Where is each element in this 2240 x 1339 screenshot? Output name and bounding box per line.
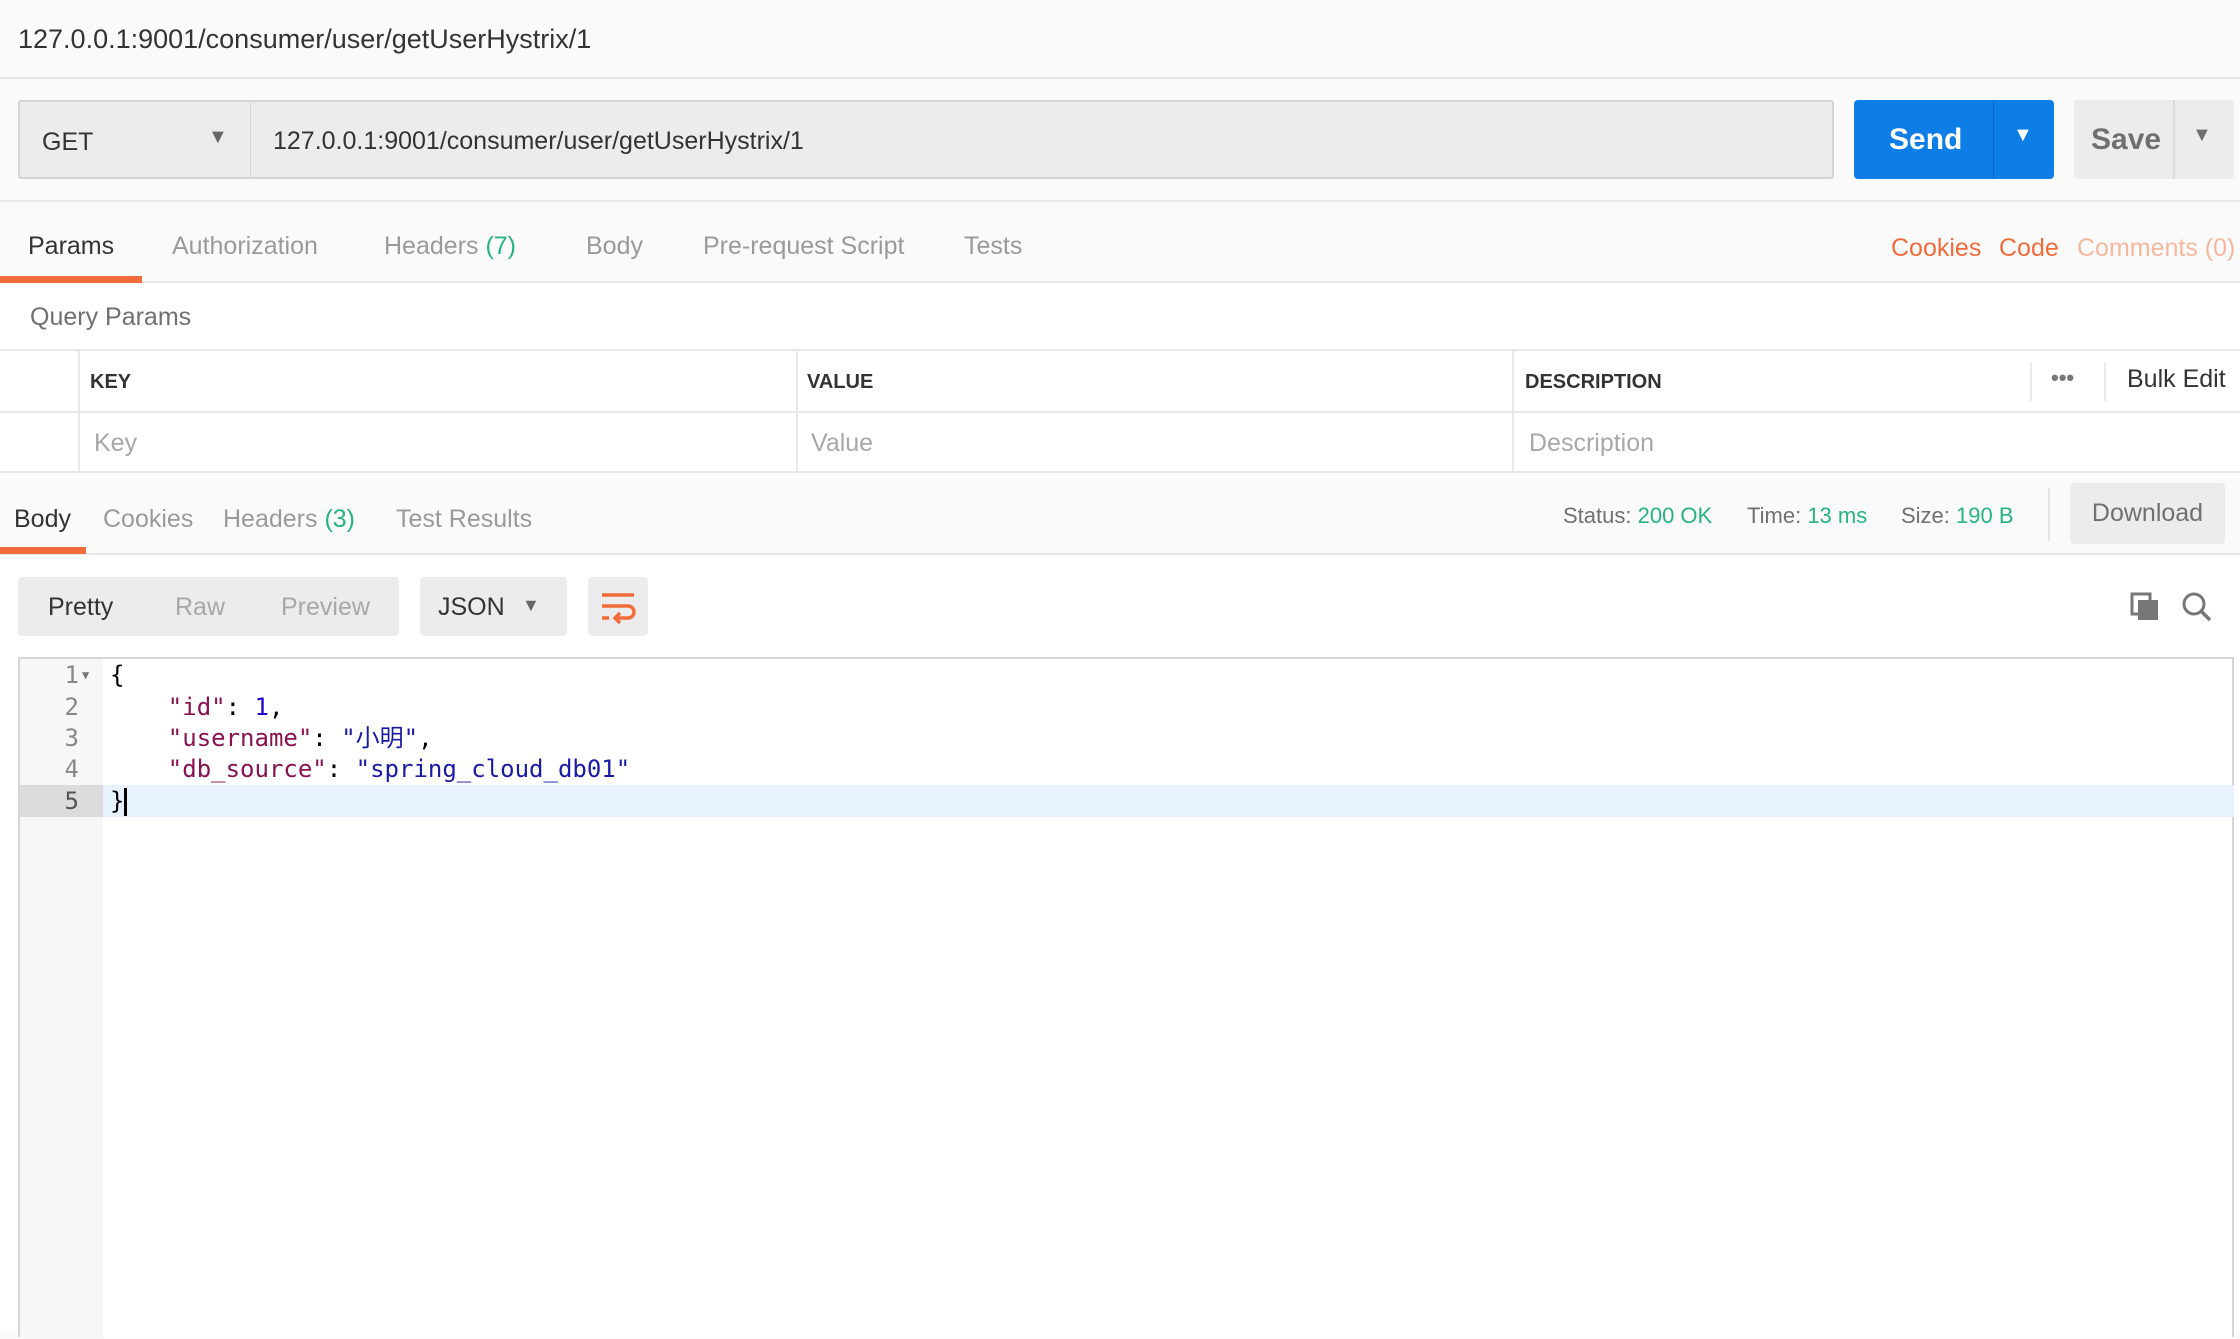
response-body: Pretty Raw Preview JSON ▼ 1 ▼ 2 3 4 5 { … — [0, 556, 2240, 1339]
column-header-description: DESCRIPTION — [1525, 371, 1662, 393]
divider — [2030, 363, 2032, 401]
copy-icon[interactable] — [2130, 592, 2160, 622]
send-label: Send — [1889, 123, 1963, 156]
size-readout: Size: 190 B — [1901, 503, 2014, 528]
tab-params[interactable]: Params — [28, 232, 114, 261]
divider — [2048, 488, 2050, 541]
cookies-link[interactable]: Cookies — [1891, 234, 1981, 263]
tab-body[interactable]: Body — [586, 232, 643, 261]
active-line-highlight — [20, 785, 2234, 817]
code-line: "id": 1, — [167, 693, 284, 721]
view-mode-group: Pretty Raw Preview — [18, 577, 399, 636]
code-line: "db_source": "spring_cloud_db01" — [167, 755, 631, 783]
code-editor[interactable]: 1 ▼ 2 3 4 5 { "id": 1, "username": "小明",… — [18, 657, 2234, 1339]
row-divider — [0, 411, 2240, 413]
method-select[interactable]: GET ▼ — [18, 100, 251, 179]
divider — [1993, 100, 1994, 179]
description-input[interactable]: Description — [1529, 429, 1654, 458]
url-value: 127.0.0.1:9001/consumer/user/getUserHyst… — [273, 127, 804, 155]
query-params-title: Query Params — [30, 303, 192, 331]
url-input[interactable]: 127.0.0.1:9001/consumer/user/getUserHyst… — [251, 100, 1834, 179]
wrap-lines-button[interactable] — [588, 577, 648, 636]
tab-tests[interactable]: Tests — [964, 232, 1022, 261]
query-params-section: Query Params — [0, 283, 2240, 349]
download-button[interactable]: Download — [2070, 483, 2225, 544]
status-readout: Status: 200 OK — [1563, 503, 1713, 528]
active-tab-indicator — [0, 276, 142, 283]
mode-raw[interactable]: Raw — [175, 593, 225, 622]
mode-preview[interactable]: Preview — [281, 593, 370, 622]
code-line: "username": "小明", — [167, 724, 433, 752]
tab-response-cookies[interactable]: Cookies — [103, 505, 193, 534]
value-input[interactable]: Value — [811, 429, 873, 458]
tab-pre-request-script[interactable]: Pre-request Script — [703, 232, 904, 261]
tab-authorization[interactable]: Authorization — [172, 232, 318, 261]
column-header-value: VALUE — [807, 371, 874, 393]
bulk-edit-link[interactable]: Bulk Edit — [2127, 365, 2226, 394]
send-button[interactable]: Send ▼ — [1854, 100, 2054, 179]
chevron-down-icon: ▼ — [208, 126, 228, 148]
tab-test-results[interactable]: Test Results — [396, 505, 532, 534]
line-number: 4 — [64, 755, 79, 783]
save-label: Save — [2091, 123, 2162, 156]
comments-link[interactable]: Comments (0) — [2077, 234, 2235, 263]
code-line: { — [110, 661, 125, 689]
tab-response-headers[interactable]: Headers (3) — [223, 505, 355, 534]
request-title: 127.0.0.1:9001/consumer/user/getUserHyst… — [18, 24, 592, 54]
tab-headers[interactable]: Headers (7) — [384, 232, 516, 261]
line-number: 3 — [64, 724, 79, 752]
response-headers-count: (3) — [324, 505, 356, 533]
send-options-chevron-icon[interactable]: ▼ — [2013, 124, 2033, 147]
tab-response-body[interactable]: Body — [14, 505, 71, 534]
request-title-bar: 127.0.0.1:9001/consumer/user/getUserHyst… — [0, 0, 2240, 79]
line-number: 5 — [64, 787, 79, 815]
text-cursor — [124, 788, 128, 816]
save-options-chevron-icon[interactable]: ▼ — [2192, 124, 2212, 147]
line-number: 2 — [64, 693, 79, 721]
chevron-down-icon: ▼ — [522, 595, 540, 615]
wrap-lines-icon — [602, 593, 636, 625]
code-link[interactable]: Code — [1999, 234, 2059, 263]
more-options-icon[interactable]: ••• — [2051, 365, 2074, 391]
response-header: Body Cookies Headers (3) Test Results St… — [0, 473, 2240, 555]
time-readout: Time: 13 ms — [1747, 503, 1868, 528]
request-tabs: Params Authorization Headers (7) Body Pr… — [0, 200, 2240, 283]
format-value: JSON — [438, 593, 505, 621]
fold-arrow-icon[interactable]: ▼ — [82, 659, 89, 691]
format-select[interactable]: JSON ▼ — [420, 577, 567, 636]
search-icon[interactable] — [2181, 591, 2213, 623]
headers-count: (7) — [485, 232, 517, 260]
params-table: KEY VALUE DESCRIPTION ••• Bulk Edit Key … — [0, 349, 2240, 473]
save-button[interactable]: Save ▼ — [2074, 100, 2234, 179]
code-line: } — [110, 785, 128, 817]
active-tab-indicator — [0, 547, 86, 554]
key-input[interactable]: Key — [94, 429, 137, 458]
mode-pretty[interactable]: Pretty — [48, 593, 113, 622]
line-number: 1 — [64, 661, 79, 689]
column-header-key: KEY — [90, 371, 132, 393]
divider — [2104, 363, 2106, 401]
divider — [2173, 100, 2175, 179]
method-value: GET — [42, 128, 94, 156]
